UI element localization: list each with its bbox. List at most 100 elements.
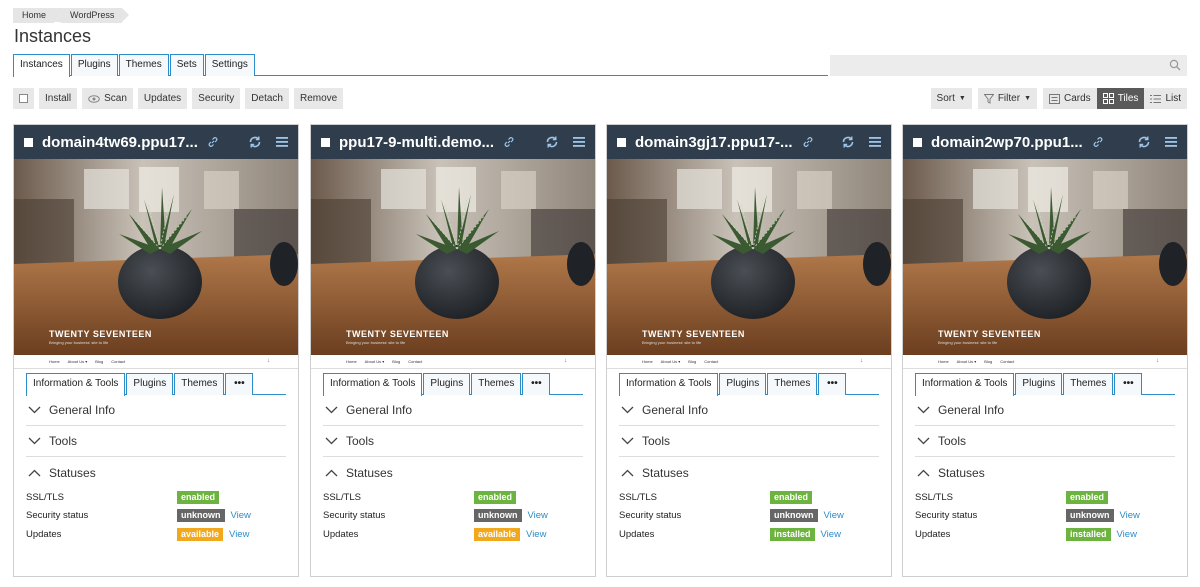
cards-view-button[interactable]: Cards bbox=[1043, 88, 1097, 109]
list-view-button[interactable]: List bbox=[1144, 88, 1187, 109]
sort-label: Sort bbox=[936, 93, 955, 104]
card-checkbox[interactable] bbox=[321, 137, 330, 147]
link-icon[interactable] bbox=[503, 136, 515, 148]
tab-plugins[interactable]: Plugins bbox=[70, 54, 118, 76]
menu-icon[interactable] bbox=[573, 137, 585, 147]
site-screenshot[interactable]: TWENTY SEVENTEEN Bringing your business'… bbox=[311, 159, 595, 355]
breadcrumb-home[interactable]: Home bbox=[13, 8, 62, 23]
link-icon[interactable] bbox=[207, 136, 219, 148]
tab-themes[interactable]: Themes bbox=[767, 373, 818, 395]
sort-button[interactable]: Sort ▼ bbox=[930, 88, 972, 109]
search-input[interactable] bbox=[830, 55, 1187, 76]
cards-label: Cards bbox=[1064, 93, 1091, 104]
tab-more[interactable]: ••• bbox=[225, 373, 254, 395]
section-general-info[interactable]: General Info bbox=[915, 395, 1175, 426]
section-statuses[interactable]: Statuses bbox=[619, 457, 879, 488]
tab-more[interactable]: ••• bbox=[1114, 373, 1143, 395]
section-statuses[interactable]: Statuses bbox=[26, 457, 286, 488]
site-screenshot[interactable]: TWENTY SEVENTEEN Bringing your business'… bbox=[903, 159, 1187, 355]
view-link[interactable]: View bbox=[1120, 510, 1140, 521]
site-nav-item: About Us ▾ bbox=[660, 359, 681, 364]
tab-more[interactable]: ••• bbox=[818, 373, 847, 395]
refresh-icon[interactable] bbox=[841, 135, 855, 149]
search-icon[interactable] bbox=[1169, 59, 1181, 71]
card-title[interactable]: ppu17-9-multi.demo... bbox=[339, 134, 494, 151]
section-statuses[interactable]: Statuses bbox=[915, 457, 1175, 488]
site-screenshot[interactable]: TWENTY SEVENTEEN Bringing your business'… bbox=[14, 159, 298, 355]
view-link[interactable]: View bbox=[824, 510, 844, 521]
tab-information-tools[interactable]: Information & Tools bbox=[915, 373, 1015, 396]
filter-icon bbox=[983, 93, 994, 104]
tab-information-tools[interactable]: Information & Tools bbox=[26, 373, 126, 396]
section-tools[interactable]: Tools bbox=[26, 426, 286, 457]
security-button[interactable]: Security bbox=[192, 88, 241, 109]
menu-icon[interactable] bbox=[1165, 137, 1177, 147]
view-link[interactable]: View bbox=[821, 529, 841, 540]
tab-plugins[interactable]: Plugins bbox=[423, 373, 471, 395]
site-name: TWENTY SEVENTEEN bbox=[346, 329, 449, 339]
tab-instances[interactable]: Instances bbox=[13, 54, 70, 77]
view-toolbar: Sort ▼ Filter ▼ Cards Tiles List bbox=[930, 88, 1187, 109]
tab-sets[interactable]: Sets bbox=[169, 54, 204, 76]
tab-themes[interactable]: Themes bbox=[471, 373, 522, 395]
view-link[interactable]: View bbox=[231, 510, 251, 521]
link-icon[interactable] bbox=[1092, 136, 1104, 148]
tab-information-tools[interactable]: Information & Tools bbox=[323, 373, 423, 396]
card-body: Information & Tools Plugins Themes ••• G… bbox=[619, 373, 879, 544]
chevron-down-icon bbox=[917, 406, 930, 414]
tab-plugins[interactable]: Plugins bbox=[1015, 373, 1063, 395]
status-badge: installed bbox=[770, 527, 815, 541]
section-tools[interactable]: Tools bbox=[915, 426, 1175, 457]
card-title[interactable]: domain4tw69.ppu17... bbox=[42, 134, 198, 151]
tab-themes[interactable]: Themes bbox=[174, 373, 225, 395]
refresh-icon[interactable] bbox=[248, 135, 262, 149]
menu-icon[interactable] bbox=[276, 137, 288, 147]
card-checkbox[interactable] bbox=[913, 137, 922, 147]
section-general-info[interactable]: General Info bbox=[26, 395, 286, 426]
tab-themes[interactable]: Themes bbox=[118, 54, 169, 76]
card-checkbox[interactable] bbox=[24, 137, 33, 147]
view-link[interactable]: View bbox=[526, 529, 546, 540]
card-title[interactable]: domain2wp70.ppu1... bbox=[931, 134, 1083, 151]
view-link[interactable]: View bbox=[528, 510, 548, 521]
tab-more[interactable]: ••• bbox=[522, 373, 551, 395]
tab-settings[interactable]: Settings bbox=[204, 54, 255, 76]
section-general-info[interactable]: General Info bbox=[323, 395, 583, 426]
tab-themes[interactable]: Themes bbox=[1063, 373, 1114, 395]
view-link[interactable]: View bbox=[229, 529, 249, 540]
tab-plugins[interactable]: Plugins bbox=[719, 373, 767, 395]
remove-button[interactable]: Remove bbox=[293, 88, 344, 109]
link-icon[interactable] bbox=[802, 136, 814, 148]
status-row-security: Security status unknown View bbox=[323, 507, 583, 526]
cards-icon bbox=[1049, 93, 1060, 104]
select-all-checkbox[interactable] bbox=[13, 88, 34, 109]
card-header: ppu17-9-multi.demo... bbox=[311, 125, 595, 159]
chevron-up-icon bbox=[325, 469, 338, 476]
section-statuses[interactable]: Statuses bbox=[323, 457, 583, 488]
site-screenshot[interactable]: TWENTY SEVENTEEN Bringing your business'… bbox=[607, 159, 891, 355]
updates-button[interactable]: Updates bbox=[137, 88, 188, 109]
menu-icon[interactable] bbox=[869, 137, 881, 147]
detach-button[interactable]: Detach bbox=[245, 88, 289, 109]
tab-information-tools[interactable]: Information & Tools bbox=[619, 373, 719, 396]
section-tools[interactable]: Tools bbox=[619, 426, 879, 457]
section-tools[interactable]: Tools bbox=[323, 426, 583, 457]
install-button[interactable]: Install bbox=[39, 88, 78, 109]
tab-plugins[interactable]: Plugins bbox=[126, 373, 174, 395]
site-nav-item: Blog bbox=[688, 359, 697, 364]
site-nav: Home About Us ▾ Blog Contact ↓ bbox=[14, 355, 298, 369]
card-title[interactable]: domain3gj17.ppu17-... bbox=[635, 134, 793, 151]
breadcrumb-wordpress[interactable]: WordPress bbox=[53, 8, 130, 23]
section-general-info[interactable]: General Info bbox=[619, 395, 879, 426]
tiles-view-button[interactable]: Tiles bbox=[1096, 88, 1145, 109]
refresh-icon[interactable] bbox=[1137, 135, 1151, 149]
scan-button[interactable]: Scan bbox=[82, 88, 133, 109]
view-link[interactable]: View bbox=[1117, 529, 1137, 540]
site-nav-item: About Us ▾ bbox=[956, 359, 977, 364]
refresh-icon[interactable] bbox=[545, 135, 559, 149]
arrow-down-icon: ↓ bbox=[267, 358, 270, 364]
card-checkbox[interactable] bbox=[617, 137, 626, 147]
eye-icon bbox=[88, 94, 100, 103]
site-name: TWENTY SEVENTEEN bbox=[938, 329, 1041, 339]
filter-button[interactable]: Filter ▼ bbox=[977, 88, 1037, 109]
